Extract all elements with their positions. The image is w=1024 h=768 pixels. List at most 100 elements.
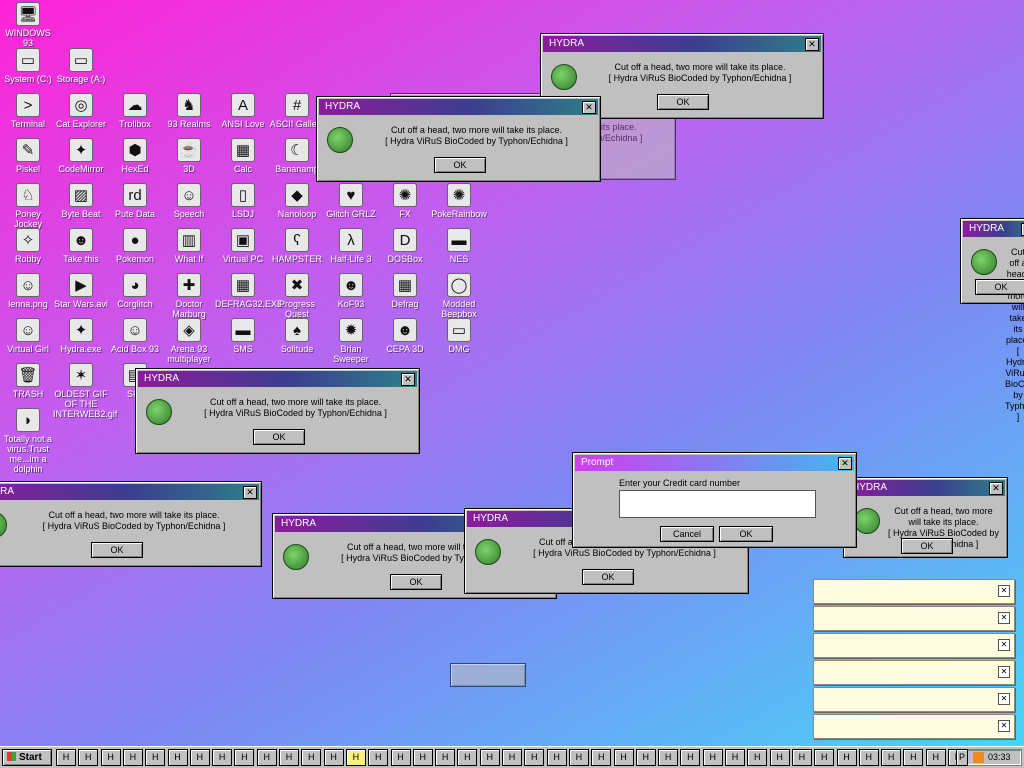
taskbar-button[interactable]: H (658, 749, 679, 766)
taskbar-button[interactable]: H (390, 749, 411, 766)
ok-button[interactable]: OK (390, 574, 442, 590)
taskbar-button[interactable]: H (412, 749, 433, 766)
desktop-icon[interactable]: ♘ Poney Jockey (0, 183, 56, 229)
desktop-icon[interactable]: ☺ Speech (161, 183, 217, 219)
taskbar-button[interactable]: H (546, 749, 567, 766)
taskbar-button[interactable]: H (189, 749, 210, 766)
close-button[interactable]: ✕ (838, 457, 852, 470)
cancel-button[interactable]: Cancel (660, 526, 714, 542)
desktop-icon[interactable]: ✖ Progress Quest (269, 273, 325, 319)
taskbar-button[interactable]: H (234, 749, 255, 766)
taskbar-button[interactable]: H (725, 749, 745, 766)
desktop-icon[interactable]: rd Pute Data (107, 183, 163, 219)
close-button[interactable]: ✕ (243, 486, 257, 499)
desktop-icon[interactable]: ▦ DEFRAG32.EXE (215, 273, 283, 309)
desktop-icon[interactable]: ◕ Corglitch (107, 273, 163, 309)
notification[interactable]: ✕ (813, 606, 1015, 631)
start-button[interactable]: Start (2, 749, 52, 766)
ok-button[interactable]: OK (975, 279, 1024, 295)
hydra-dialog[interactable]: HYDRA✕Cut off a head, two more will take… (316, 96, 601, 182)
taskbar-button[interactable]: H (100, 749, 121, 766)
taskbar-button[interactable]: H (323, 749, 344, 766)
credit-card-input[interactable] (619, 490, 816, 518)
taskbar-button[interactable]: H (502, 749, 522, 766)
close-button[interactable]: ✕ (401, 373, 415, 386)
notification-close-button[interactable]: ✕ (998, 666, 1010, 678)
taskbar-button[interactable]: H (368, 749, 389, 766)
ok-button[interactable]: OK (657, 94, 709, 110)
desktop-icon[interactable]: ✚ Doctor Marburg (161, 273, 217, 319)
desktop-icon[interactable]: D DOSBox (377, 228, 433, 264)
close-button[interactable]: ✕ (805, 38, 819, 51)
taskbar-button[interactable]: H (145, 749, 166, 766)
taskbar-button[interactable]: H (903, 749, 924, 766)
desktop-icon[interactable]: ✦ Hydra.exe (53, 318, 109, 354)
desktop-icon[interactable]: ▬ NES (431, 228, 487, 264)
ok-button[interactable]: OK (434, 157, 486, 173)
desktop-icon[interactable]: > Terminal (0, 93, 56, 129)
desktop-icon[interactable]: ✶ OLDEST GIF OF THE INTERWEB2.gif (53, 363, 117, 419)
desktop-icon[interactable]: ▭ Storage (A:) (53, 48, 109, 84)
desktop-icon[interactable]: ☁ Trollbox (107, 93, 163, 129)
desktop-icon[interactable]: ♥ Glitch GRLZ (323, 183, 379, 219)
taskbar-button[interactable]: H (702, 749, 723, 766)
ok-button[interactable]: OK (253, 429, 305, 445)
desktop-icon[interactable]: ▥ What If (161, 228, 217, 264)
taskbar-button[interactable]: H (78, 749, 99, 766)
desktop-icon[interactable]: ✺ PokeRainbow (431, 183, 487, 219)
notification[interactable]: ✕ (813, 633, 1015, 658)
dialog-titlebar[interactable]: HYDRA ✕ (846, 480, 1005, 496)
taskbar-button[interactable]: H (524, 749, 545, 766)
desktop-icon[interactable]: ♠ Solitude (269, 318, 325, 354)
notification[interactable]: ✕ (813, 579, 1015, 604)
desktop-icon[interactable]: ▯ LSDJ (215, 183, 271, 219)
desktop-icon[interactable]: ʕ HAMPSTER (269, 228, 325, 264)
desktop-icon[interactable]: ☺ Virtual Girl (0, 318, 56, 354)
desktop-icon[interactable]: ▦ Calc (215, 138, 271, 174)
notification[interactable]: ✕ (813, 660, 1015, 685)
taskbar-button[interactable]: H (747, 749, 768, 766)
desktop[interactable]: 🖥 WINDOWS 93 ▭ System (C:) ▭ Storage (A:) > Ter… (0, 0, 1024, 746)
taskbar-button[interactable]: H (479, 749, 500, 766)
taskbar-button[interactable]: H (591, 749, 612, 766)
desktop-icon[interactable]: ✺ FX (377, 183, 433, 219)
taskbar-button[interactable]: H (568, 749, 589, 766)
ok-button[interactable]: OK (901, 538, 953, 554)
taskbar-button[interactable]: H (56, 749, 76, 766)
dialog-titlebar[interactable]: HYDRA ✕ (543, 36, 821, 52)
hydra-dialog[interactable]: HYDRA✕Cut off a head, two more will take… (135, 368, 420, 454)
desktop-icon[interactable]: ✎ Piskel (0, 138, 56, 174)
notification-close-button[interactable]: ✕ (998, 720, 1010, 732)
notification[interactable]: ✕ (813, 687, 1015, 712)
taskbar-button[interactable]: H (256, 749, 277, 766)
desktop-icon[interactable]: ◯ Modded Beepbox (431, 273, 487, 319)
desktop-icon[interactable]: ♞ 93 Realms (161, 93, 217, 129)
taskbar-button[interactable]: H (122, 749, 143, 766)
dialog-titlebar[interactable]: HYDRA ✕ (319, 99, 598, 115)
taskbar-button[interactable]: H (881, 749, 902, 766)
taskbar-button[interactable]: H (613, 749, 634, 766)
taskbar-button[interactable]: P (956, 749, 968, 766)
desktop-icon[interactable]: ☺ lenna.png (0, 273, 56, 309)
desktop-icon[interactable]: ☺ Acid Box 93 (107, 318, 163, 354)
desktop-icon[interactable]: ☻ Take this (53, 228, 109, 264)
taskbar-button[interactable]: H (167, 749, 188, 766)
ok-button[interactable]: OK (582, 569, 634, 585)
desktop-icon[interactable]: ☕ 3D (161, 138, 217, 174)
desktop-icon[interactable]: λ Half-Life 3 (323, 228, 379, 264)
notification-close-button[interactable]: ✕ (998, 612, 1010, 624)
taskbar-button[interactable]: H (435, 749, 456, 766)
desktop-icon[interactable]: ▣ Virtual PC (215, 228, 271, 264)
prompt-dialog[interactable]: Prompt ✕ Enter your Credit card number Canc… (572, 452, 857, 548)
desktop-icon[interactable]: ✦ CodeMirror (53, 138, 109, 174)
taskbar-button[interactable]: H (925, 749, 946, 766)
desktop-icon[interactable]: ☻ KoF93 (323, 273, 379, 309)
desktop-icon[interactable]: ✧ Robby (0, 228, 56, 264)
hydra-dialog[interactable]: HYDRA✕Cut off a head, two more will take… (960, 218, 1024, 422)
desktop-icon[interactable]: ● Pokemon (107, 228, 163, 264)
desktop-icon[interactable]: ✹ Brian Sweeper (323, 318, 379, 364)
desktop-icon[interactable]: A ANSI Love (215, 93, 271, 129)
taskbar-button[interactable]: H (680, 749, 701, 766)
close-button[interactable]: ✕ (582, 101, 596, 114)
desktop-icon[interactable]: ▭ System (C:) (0, 48, 56, 84)
